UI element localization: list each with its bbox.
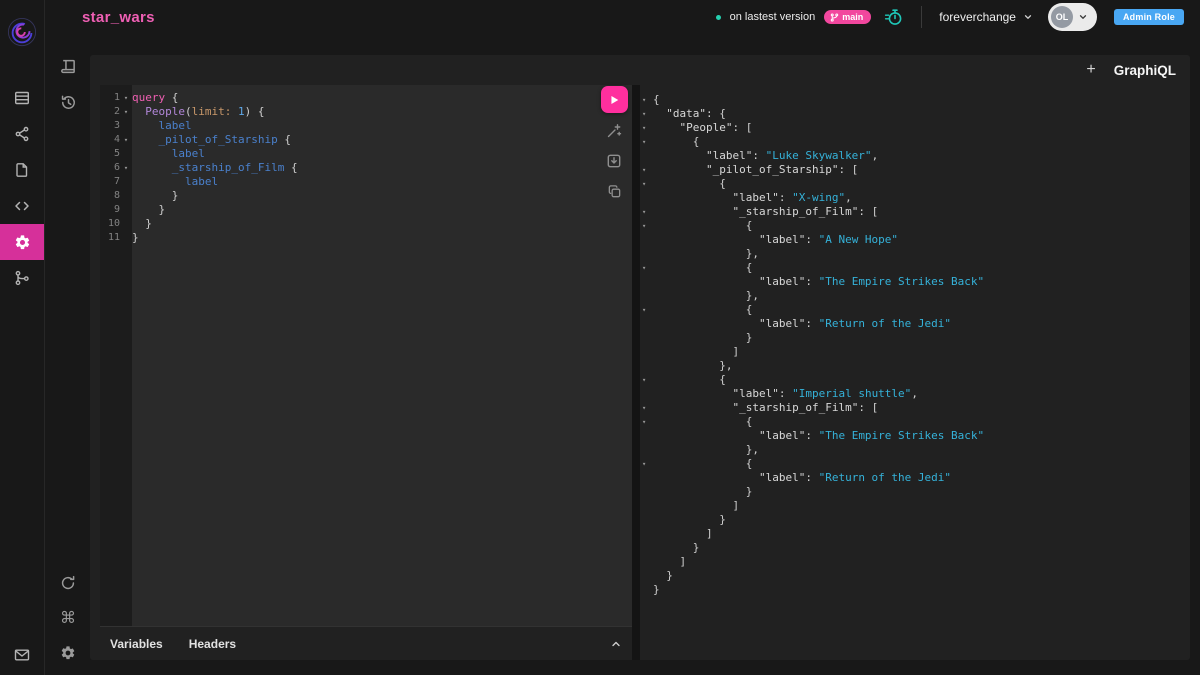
sidebar-item-documents[interactable] (0, 152, 44, 188)
branch-label: main (842, 12, 863, 22)
sidebar-item-graph[interactable] (0, 116, 44, 152)
graphiql-settings-button[interactable] (54, 639, 82, 667)
editor-toolbar (596, 86, 632, 203)
spiral-logo-icon (7, 17, 37, 47)
tab-headers[interactable]: Headers (189, 637, 236, 651)
page-title: star_wars (82, 9, 155, 26)
prettify-button[interactable] (602, 119, 626, 143)
role-badge: Admin Role (1114, 9, 1184, 25)
sidebar-item-settings[interactable] (0, 224, 44, 260)
user-menu[interactable]: OL (1048, 3, 1097, 31)
copy-icon (607, 184, 622, 199)
graph-network-icon (14, 126, 30, 142)
docs-button[interactable] (54, 52, 82, 80)
topbar-divider (921, 6, 922, 28)
branch-badge[interactable]: main (824, 10, 871, 24)
sidebar-item-merge[interactable] (0, 260, 44, 296)
workspace-dropdown[interactable]: foreverchange (939, 10, 1033, 24)
execute-query-button[interactable] (601, 86, 628, 113)
mail-icon (14, 647, 30, 663)
query-code[interactable]: 1▾query {2▾ People(limit: 1) {3 label4▾ … (100, 85, 632, 245)
workspace-name: foreverchange (939, 10, 1016, 24)
app-sidebar (0, 0, 45, 675)
git-merge-icon (14, 270, 30, 286)
sidebar-item-code[interactable] (0, 188, 44, 224)
docs-book-icon (60, 58, 77, 75)
merge-fragments-button[interactable] (602, 149, 626, 173)
app: star_wars on lastest version main (0, 0, 1200, 675)
stopwatch-icon (884, 7, 904, 27)
topbar-right: on lastest version main foreverchange (716, 3, 1184, 31)
graphiql-plugin-sidebar: ⌘ (46, 52, 90, 675)
timer-button[interactable] (884, 7, 904, 27)
pane-resize-handle[interactable] (632, 85, 640, 660)
code-icon (14, 198, 30, 214)
gear-icon (14, 234, 31, 251)
response-viewer: ▾{▾ "data": {▾ "People": [▾ { "label": "… (640, 85, 1190, 660)
refresh-icon (60, 575, 76, 591)
version-status: on lastest version (730, 11, 816, 23)
plugin-sidebar-bottom: ⌘ (54, 569, 82, 667)
gear-icon (60, 645, 76, 661)
copy-query-button[interactable] (602, 179, 626, 203)
status-dot (716, 15, 721, 20)
query-editor[interactable]: 1▾query {2▾ People(limit: 1) {3 label4▾ … (100, 85, 632, 626)
sidebar-item-tables[interactable] (0, 80, 44, 116)
sidebar-nav (0, 80, 44, 296)
document-icon (14, 162, 30, 178)
history-icon (60, 94, 77, 111)
avatar: OL (1051, 6, 1073, 28)
add-tab-button[interactable]: + (1086, 62, 1095, 78)
git-branch-icon (830, 13, 839, 22)
collapse-editor-tools-button[interactable] (610, 638, 622, 650)
sidebar-item-mail[interactable] (0, 637, 44, 673)
merge-into-box-icon (606, 153, 622, 169)
chevron-down-icon (1023, 12, 1033, 22)
play-icon (608, 94, 620, 106)
app-logo[interactable] (7, 17, 37, 47)
graphiql-header: + GraphiQL (90, 55, 1190, 85)
graphiql-panel: + GraphiQL 1▾query {2▾ People(limit: 1) … (90, 55, 1190, 660)
command-icon: ⌘ (60, 610, 76, 626)
refetch-schema-button[interactable] (54, 569, 82, 597)
graphiql-brand: GraphiQL (1114, 63, 1176, 78)
prettify-wand-icon (606, 123, 622, 139)
keyboard-shortcuts-button[interactable]: ⌘ (54, 604, 82, 632)
history-button[interactable] (54, 88, 82, 116)
topbar: star_wars on lastest version main (46, 0, 1200, 34)
tab-variables[interactable]: Variables (110, 637, 163, 651)
chevron-up-icon (610, 638, 622, 650)
response-code: ▾{▾ "data": {▾ "People": [▾ { "label": "… (640, 85, 1190, 597)
table-icon (14, 90, 30, 106)
chevron-down-icon (1078, 12, 1088, 22)
editor-tools-footer: Variables Headers (100, 626, 632, 660)
